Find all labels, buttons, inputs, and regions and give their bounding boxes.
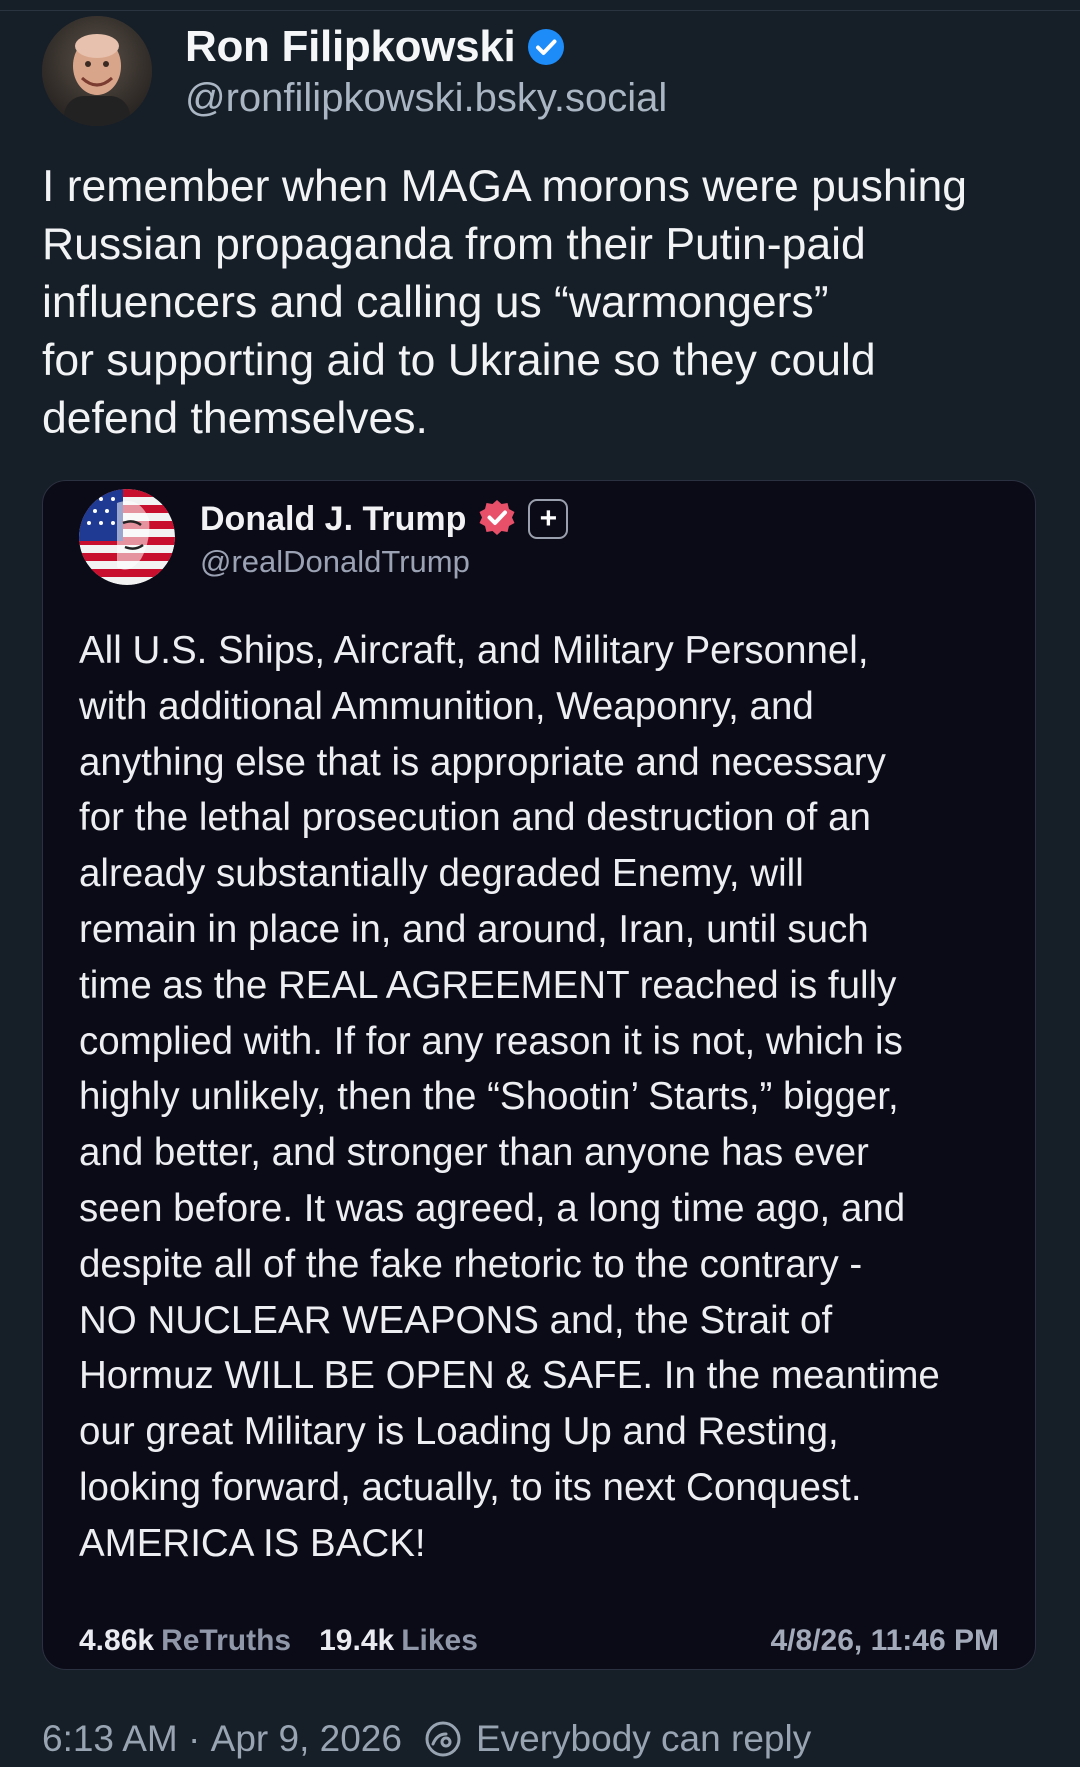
author-name[interactable]: Ron Filipkowski <box>185 22 516 72</box>
retruths-count: 4.86k <box>79 1624 155 1657</box>
reply-permission-icon <box>424 1720 462 1758</box>
quote-text-line: seen before. It was agreed, a long time … <box>79 1186 906 1230</box>
quote-text-line: time as the REAL AGREEMENT reached is fu… <box>79 963 897 1007</box>
quote-text-line: our great Military is Loading Up and Res… <box>79 1410 839 1454</box>
post-text-line: for supporting aid to Ukraine so they co… <box>42 336 876 385</box>
author-handle[interactable]: @ronfilipkowski.bsky.social <box>185 76 667 121</box>
post-time: 6:13 AM <box>42 1718 178 1759</box>
quote-text-line: despite all of the fake rhetoric to the … <box>79 1242 863 1286</box>
post-footer: 6:13 AM · Apr 9, 2026 Everybody can repl… <box>42 1714 811 1764</box>
quote-text-line: All U.S. Ships, Aircraft, and Military P… <box>79 629 869 672</box>
post-date: Apr 9, 2026 <box>210 1718 402 1759</box>
author-name-row: Ron Filipkowski <box>185 20 565 74</box>
reply-setting[interactable]: Everybody can reply <box>476 1718 811 1760</box>
quote-timestamp: 4/8/26, 11:46 PM <box>770 1624 1000 1657</box>
flag-portrait-avatar <box>79 489 175 585</box>
quoted-post-card[interactable]: Donald J. Trump + @realDonaldTrump All U… <box>42 480 1036 1670</box>
likes-label: Likes <box>401 1624 478 1657</box>
truth-verified-badge-icon <box>476 498 518 540</box>
quote-text-line: highly unlikely, then the “Shootin’ Star… <box>79 1075 899 1119</box>
quote-text-line: complied with. If for any reason it is n… <box>79 1019 903 1063</box>
quote-text-line: NO NUCLEAR WEAPONS and, the Strait of <box>79 1298 833 1342</box>
verified-check-icon <box>527 28 565 66</box>
quote-text-line: with additional Ammunition, Weaponry, an… <box>79 684 814 728</box>
top-divider <box>0 0 1080 11</box>
post-text-line: I remember when MAGA morons were pushing <box>42 162 968 211</box>
plus-badge-icon: + <box>528 499 569 539</box>
quote-author-avatar[interactable] <box>79 489 175 585</box>
quote-author-handle[interactable]: @realDonaldTrump <box>200 544 470 580</box>
post-text-line: defend themselves. <box>42 394 428 443</box>
quote-text-line: AMERICA IS BACK! <box>79 1521 426 1565</box>
quote-stats: 4.86k ReTruths 19.4k Likes <box>79 1621 478 1661</box>
footer-separator: · <box>188 1718 201 1759</box>
quote-text-line: anything else that is appropriate and ne… <box>79 740 886 784</box>
retruths-label: ReTruths <box>161 1624 292 1657</box>
likes-count: 19.4k <box>319 1624 395 1657</box>
quote-text-line: already substantially degraded Enemy, wi… <box>79 852 804 896</box>
quote-author-name[interactable]: Donald J. Trump <box>200 500 466 539</box>
quote-text: All U.S. Ships, Aircraft, and Military P… <box>79 623 1019 1572</box>
post-text-line: Russian propaganda from their Putin-paid <box>42 220 866 269</box>
quote-text-line: for the lethal prosecution and destructi… <box>79 796 871 840</box>
author-avatar-image <box>42 16 152 126</box>
author-avatar[interactable] <box>42 16 152 126</box>
post-text: I remember when MAGA morons were pushing… <box>42 158 1052 448</box>
post-text-line: influencers and calling us “warmongers” <box>42 278 829 327</box>
quote-author-name-row: Donald J. Trump + <box>200 495 569 543</box>
quote-text-line: remain in place in, and around, Iran, un… <box>79 907 869 951</box>
quote-text-line: and better, and stronger than anyone has… <box>79 1131 869 1175</box>
quote-text-line: Hormuz WILL BE OPEN & SAFE. In the meant… <box>79 1354 940 1398</box>
quote-text-line: looking forward, actually, to its next C… <box>79 1465 862 1509</box>
